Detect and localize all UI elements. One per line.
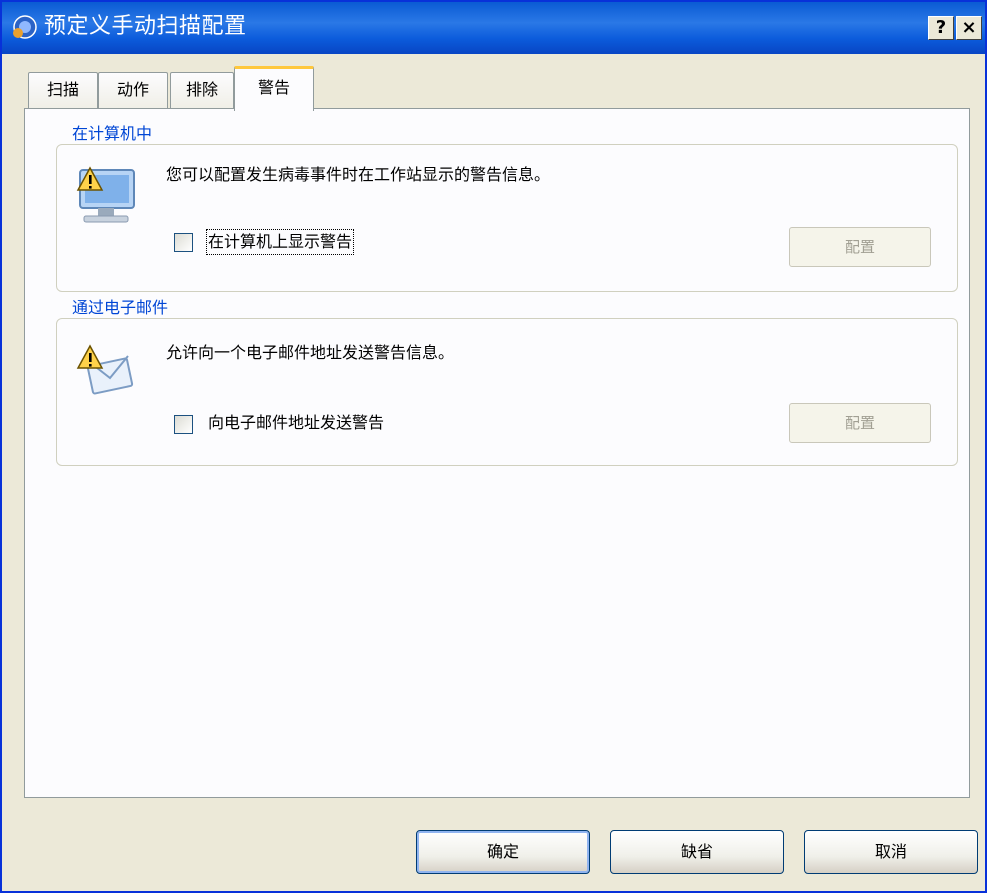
close-button[interactable]: × xyxy=(956,16,982,40)
group-via-email-title: 通过电子邮件 xyxy=(68,298,173,318)
send-email-alert-label[interactable]: 向电子邮件地址发送警告 xyxy=(208,412,384,434)
tab-action[interactable]: 动作 xyxy=(98,72,168,108)
ok-button[interactable]: 确定 xyxy=(416,830,590,874)
title-bar[interactable]: 预定义手动扫描配置 ? × xyxy=(2,2,985,54)
tab-exclude[interactable]: 排除 xyxy=(170,72,234,108)
tab-scan[interactable]: 扫描 xyxy=(28,72,98,108)
group-on-computer-title: 在计算机中 xyxy=(68,124,157,144)
help-button[interactable]: ? xyxy=(928,16,954,40)
group-on-computer-description: 您可以配置发生病毒事件时在工作站显示的警告信息。 xyxy=(166,165,551,184)
cancel-button[interactable]: 取消 xyxy=(804,830,978,874)
group-via-email xyxy=(56,318,958,466)
dialog-window: 预定义手动扫描配置 ? × 扫描 动作 排除 警告 在计算机中 您可以配置发生病… xyxy=(0,0,987,893)
app-shield-icon xyxy=(13,15,37,39)
tab-alerts[interactable]: 警告 xyxy=(234,66,314,111)
send-email-alert-checkbox[interactable] xyxy=(174,415,193,434)
configure-computer-alert-button[interactable]: 配置 xyxy=(789,227,931,267)
show-alert-on-computer-checkbox[interactable] xyxy=(174,233,193,252)
window-title: 预定义手动扫描配置 xyxy=(44,14,247,39)
computer-warning-icon xyxy=(76,166,135,223)
group-via-email-description: 允许向一个电子邮件地址发送警告信息。 xyxy=(166,343,455,362)
default-button[interactable]: 缺省 xyxy=(610,830,784,874)
configure-email-alert-button[interactable]: 配置 xyxy=(789,403,931,443)
show-alert-on-computer-label[interactable]: 在计算机上显示警告 xyxy=(205,229,355,255)
email-warning-icon xyxy=(76,344,134,395)
